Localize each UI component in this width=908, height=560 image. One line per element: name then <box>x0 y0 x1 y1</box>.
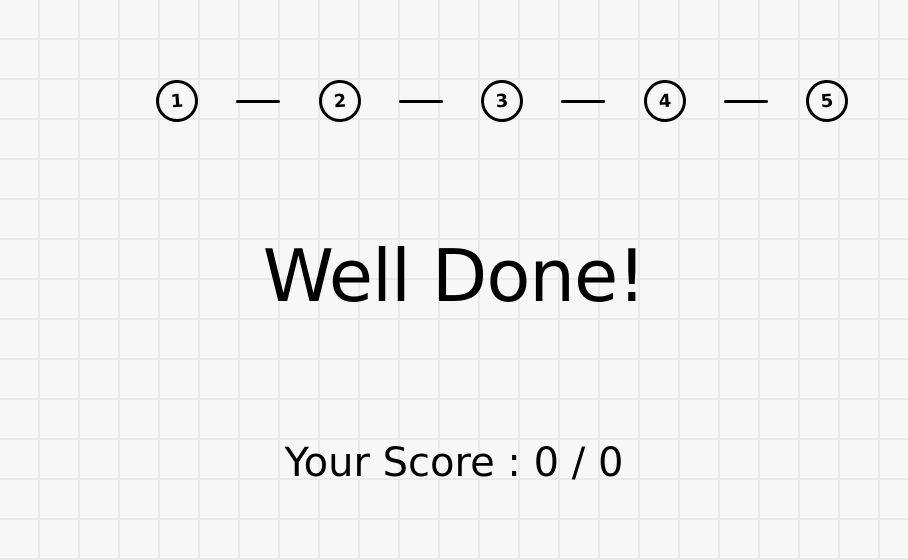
score-separator: : <box>507 440 521 486</box>
step-connector <box>236 99 281 103</box>
step-connector <box>561 99 606 103</box>
step-3[interactable]: 3 <box>479 78 525 124</box>
step-1[interactable]: 1 <box>154 78 200 124</box>
score-total: 0 <box>597 440 624 486</box>
step-4[interactable]: 4 <box>642 78 687 124</box>
score-label: Your Score <box>284 440 495 486</box>
step-2[interactable]: 2 <box>317 78 362 124</box>
score-divider: / <box>571 440 586 486</box>
result-title: Well Done! <box>262 234 646 318</box>
step-progress: 1 2 3 4 5 <box>154 78 850 124</box>
step-5[interactable]: 5 <box>804 78 850 124</box>
step-connector <box>398 99 443 103</box>
score-line: Your Score : 0 / 0 <box>0 434 908 492</box>
step-connector <box>723 99 768 103</box>
score-value: 0 <box>533 440 560 486</box>
